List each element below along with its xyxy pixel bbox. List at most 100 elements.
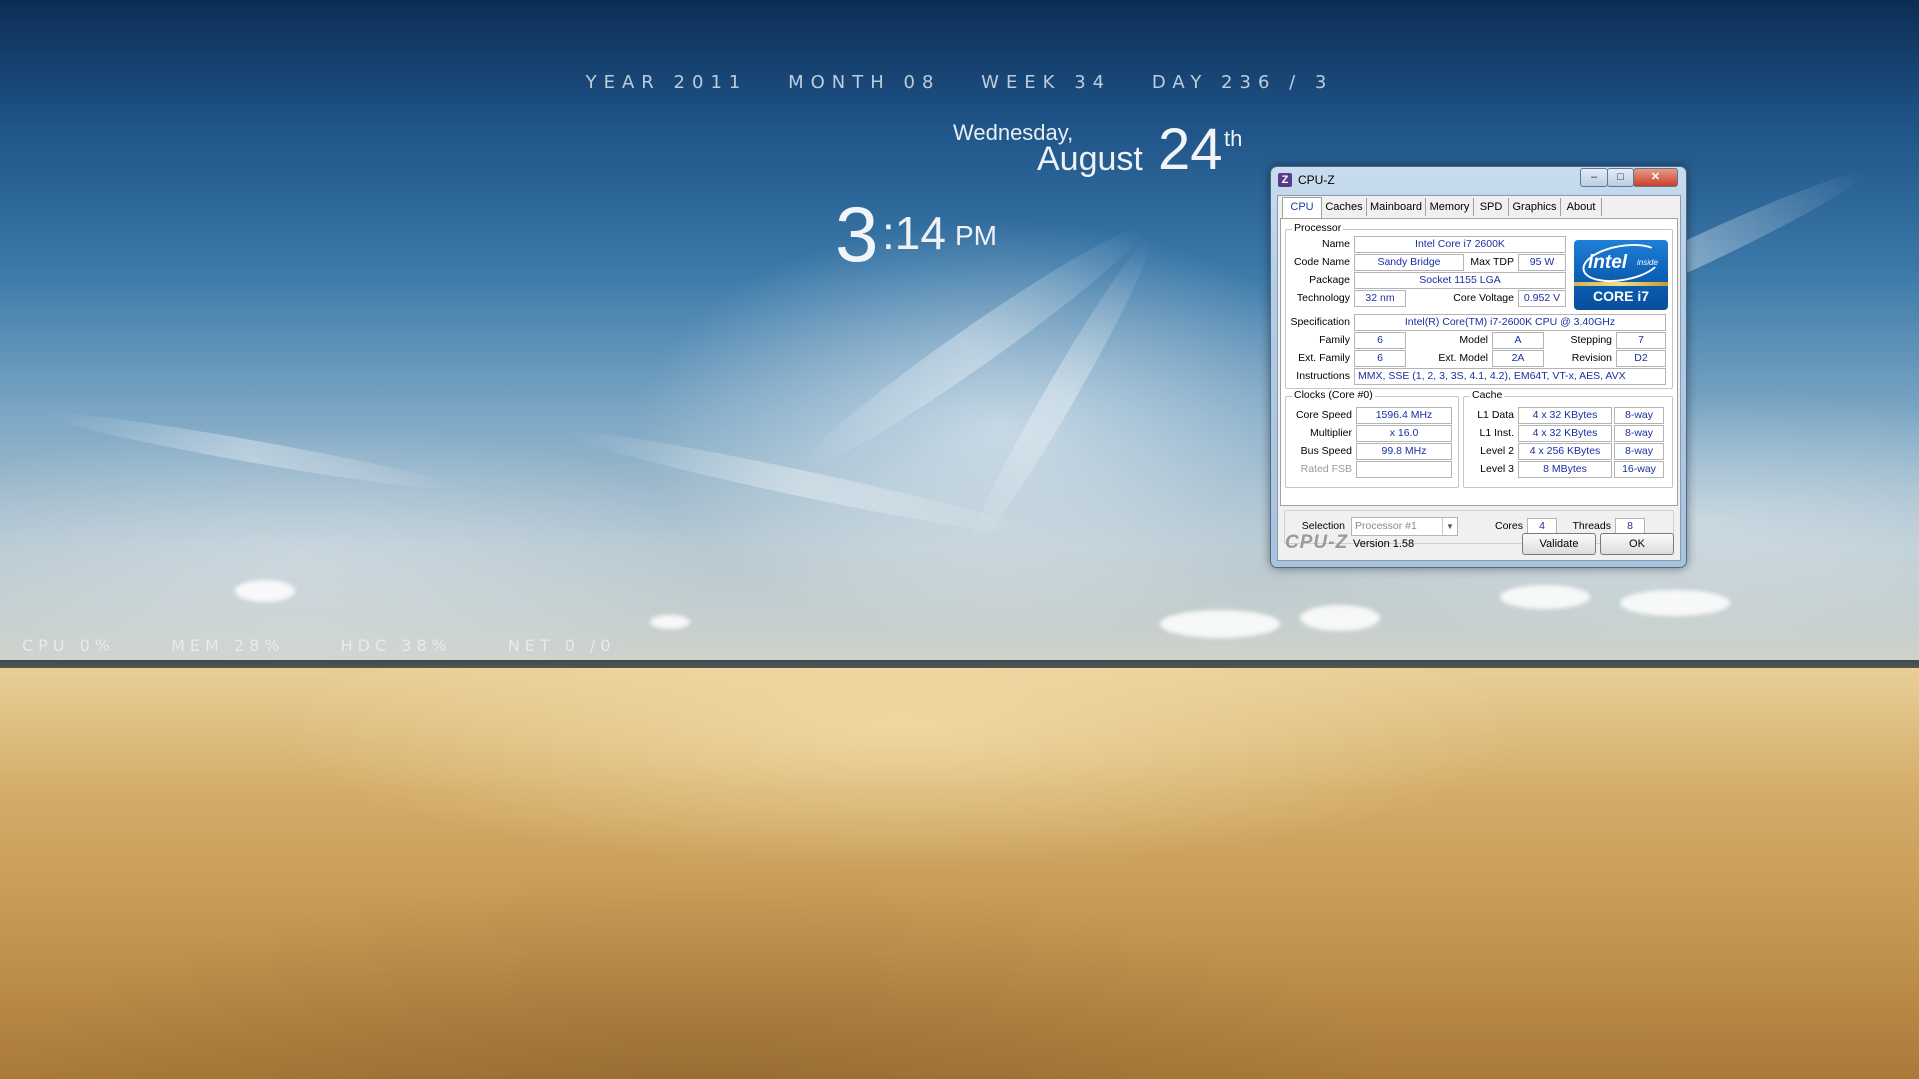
instructions-label: Instructions	[1296, 370, 1350, 382]
cache-row-size: 4 x 32 KBytes	[1518, 407, 1612, 424]
cache-group-label: Cache	[1470, 389, 1505, 401]
processor-select[interactable]: Processor #1 ▼	[1351, 517, 1458, 536]
maxtdp-label: Max TDP	[1470, 256, 1514, 268]
clocks-group-label: Clocks (Core #0)	[1292, 389, 1375, 401]
codename-label: Code Name	[1293, 256, 1350, 268]
cpuz-footer-logo: CPU-Z	[1285, 532, 1349, 553]
technology-label: Technology	[1296, 292, 1350, 304]
cache-row-label: L1 Data	[1477, 409, 1514, 421]
model-label: Model	[1459, 334, 1488, 346]
instructions-value: MMX, SSE (1, 2, 3, 3S, 4.1, 4.2), EM64T,…	[1354, 368, 1666, 385]
threads-label: Threads	[1572, 520, 1611, 532]
cpu-tab-panel: Processor Name Intel Core i7 2600K Code …	[1280, 218, 1678, 506]
processor-select-value: Processor #1	[1355, 520, 1417, 532]
sand-foreground	[0, 668, 1919, 1079]
intel-inside-text: inside	[1637, 258, 1658, 267]
version-text: Version 1.58	[1353, 538, 1415, 550]
system-stats-widget: CPU 0% MEM 28% HDC 38% NET 0 /0	[22, 636, 662, 655]
extmodel-label: Ext. Model	[1438, 352, 1488, 364]
cache-group: Cache L1 Data 4 x 32 KBytes 8-way L1 Ins…	[1463, 389, 1673, 488]
chevron-down-icon: ▼	[1442, 518, 1457, 535]
cloud	[1500, 585, 1590, 609]
week-text: WEEK 34	[981, 72, 1112, 93]
cores-label: Cores	[1494, 520, 1523, 532]
cloud	[235, 580, 295, 602]
technology-value: 32 nm	[1354, 290, 1406, 307]
cache-row-assoc: 8-way	[1614, 407, 1664, 424]
multiplier-value: x 16.0	[1356, 425, 1452, 442]
cpuz-window: Z CPU-Z – □ ✕ CPU Caches Mainboard Memor…	[1270, 166, 1687, 568]
year-text: YEAR 2011	[585, 72, 748, 93]
busspeed-value: 99.8 MHz	[1356, 443, 1452, 460]
cloud	[1160, 610, 1280, 638]
tab-spd[interactable]: SPD	[1474, 198, 1509, 216]
processor-group-label: Processor	[1292, 222, 1344, 234]
cpu-stat: CPU 0%	[22, 636, 115, 655]
voltage-label: Core Voltage	[1453, 292, 1514, 304]
day-of-year-text: DAY 236 / 3	[1151, 72, 1334, 93]
voltage-value: 0.952 V	[1518, 290, 1566, 307]
clock-ampm: PM	[955, 220, 997, 251]
intel-core-i7-logo: intel inside CORE i7	[1574, 240, 1668, 310]
clock-hour: 3	[835, 190, 879, 278]
stepping-label: Stepping	[1570, 334, 1612, 346]
cache-row-assoc: 16-way	[1614, 461, 1664, 478]
ratedfsb-label: Rated FSB	[1300, 463, 1352, 475]
cache-row-size: 4 x 256 KBytes	[1518, 443, 1612, 460]
tab-mainboard[interactable]: Mainboard	[1367, 198, 1426, 216]
cpuz-app-icon: Z	[1278, 173, 1292, 187]
cache-row-assoc: 8-way	[1614, 443, 1664, 460]
busspeed-label: Bus Speed	[1300, 445, 1352, 457]
cache-row-label: Level 2	[1480, 445, 1514, 457]
maximize-button[interactable]: □	[1607, 168, 1634, 187]
cloud	[1300, 605, 1380, 631]
hdc-stat: HDC 38%	[340, 636, 452, 655]
name-label: Name	[1321, 238, 1350, 250]
cloud	[1620, 590, 1730, 616]
multiplier-label: Multiplier	[1309, 427, 1352, 439]
month-name-text: August	[1037, 140, 1143, 178]
cache-row-label: Level 3	[1480, 463, 1514, 475]
minimize-button[interactable]: –	[1580, 168, 1608, 187]
cloud	[650, 615, 690, 629]
title-bar[interactable]: Z CPU-Z – □ ✕	[1271, 167, 1686, 193]
tab-memory[interactable]: Memory	[1426, 198, 1474, 216]
tab-graphics[interactable]: Graphics	[1509, 198, 1561, 216]
extfamily-value: 6	[1354, 350, 1406, 367]
window-title: CPU-Z	[1298, 173, 1335, 187]
day-suffix-text: th	[1224, 126, 1243, 151]
family-label: Family	[1319, 334, 1350, 346]
family-value: 6	[1354, 332, 1406, 349]
spec-label: Specification	[1290, 316, 1350, 328]
package-value: Socket 1155 LGA	[1354, 272, 1566, 289]
window-client-area: CPU Caches Mainboard Memory SPD Graphics…	[1277, 195, 1681, 561]
date-line-widget: YEAR 2011 MONTH 08 WEEK 34 DAY 236 / 3	[0, 72, 1919, 93]
validate-button[interactable]: Validate	[1522, 533, 1596, 555]
extmodel-value: 2A	[1492, 350, 1544, 367]
net-stat: NET 0 /0	[507, 636, 616, 655]
selection-label: Selection	[1301, 520, 1345, 532]
revision-value: D2	[1616, 350, 1666, 367]
stepping-value: 7	[1616, 332, 1666, 349]
cache-row-label: L1 Inst.	[1479, 427, 1514, 439]
cache-row-size: 8 MBytes	[1518, 461, 1612, 478]
cache-row-assoc: 8-way	[1614, 425, 1664, 442]
cache-row-size: 4 x 32 KBytes	[1518, 425, 1612, 442]
name-value: Intel Core i7 2600K	[1354, 236, 1566, 253]
codename-value: Sandy Bridge	[1354, 254, 1464, 271]
tab-caches[interactable]: Caches	[1322, 198, 1367, 216]
intel-core-text: CORE i7	[1592, 288, 1649, 304]
day-number-text: 24	[1158, 117, 1223, 182]
ratedfsb-value	[1356, 461, 1452, 478]
corespeed-value: 1596.4 MHz	[1356, 407, 1452, 424]
processor-group: Processor Name Intel Core i7 2600K Code …	[1285, 222, 1673, 389]
month-text: MONTH 08	[788, 72, 941, 93]
close-button[interactable]: ✕	[1633, 168, 1678, 187]
mem-stat: MEM 28%	[171, 636, 285, 655]
tab-cpu[interactable]: CPU	[1282, 197, 1322, 218]
clock-minute: :14	[882, 207, 946, 259]
ok-button[interactable]: OK	[1600, 533, 1674, 555]
tab-about[interactable]: About	[1561, 198, 1602, 216]
spec-value: Intel(R) Core(TM) i7-2600K CPU @ 3.40GHz	[1354, 314, 1666, 331]
package-label: Package	[1309, 274, 1350, 286]
